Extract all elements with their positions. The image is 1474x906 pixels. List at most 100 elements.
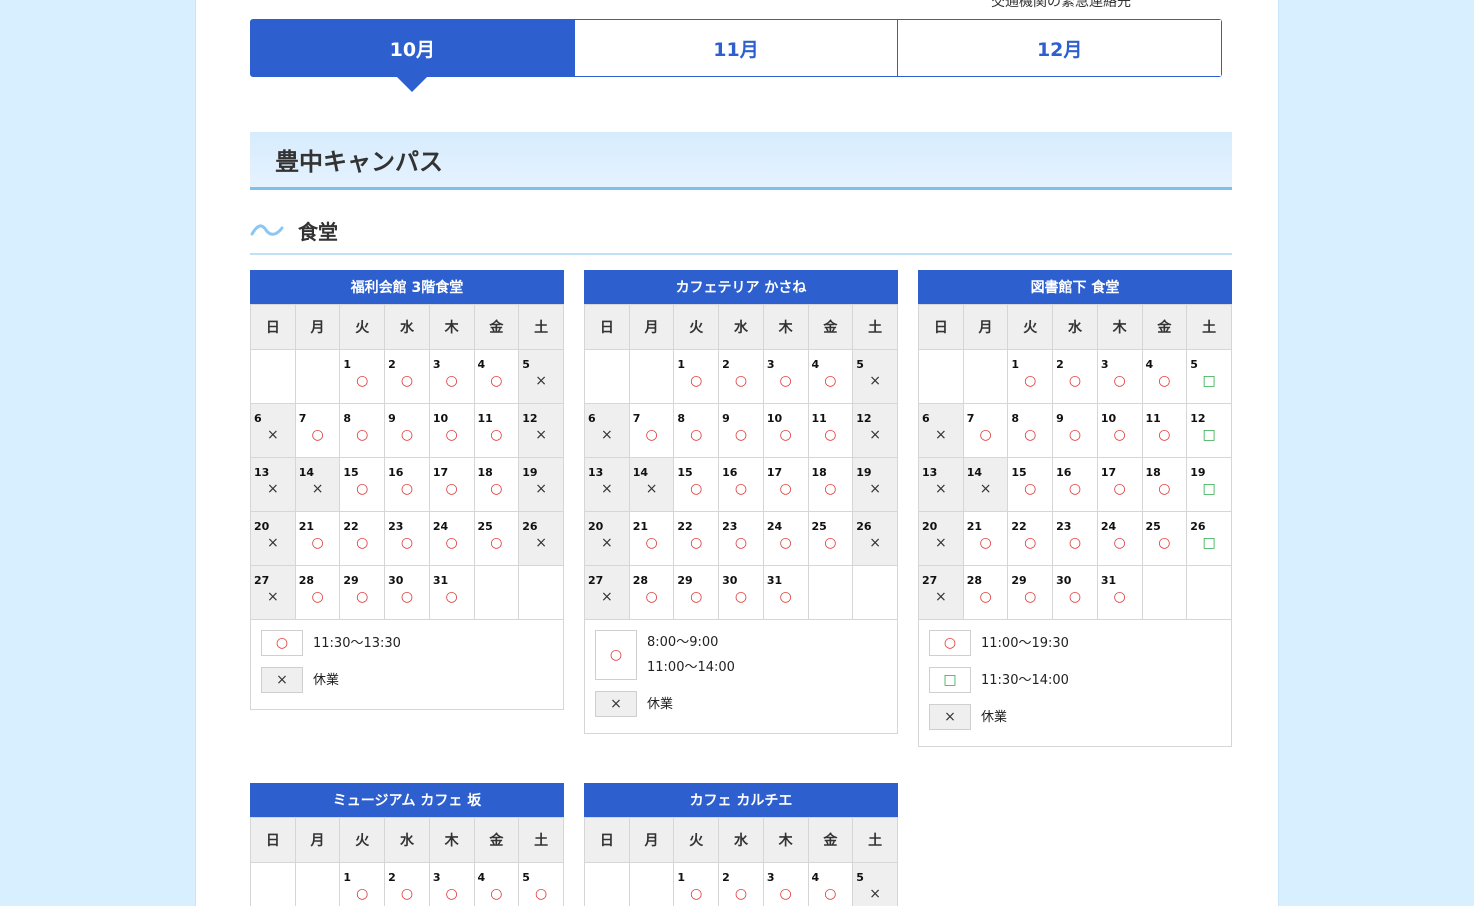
day-cell: 28 ○ — [628, 565, 675, 620]
calendar-table: 日月火水木金土 1 ○ 2 ○ 3 ○ 4 ○ 5 □ 6 × 7 ○ 8 ○ 9 ○ 10 ○ 11 ○ 12 □ 13 × 14 ×… — [918, 304, 1232, 620]
day-number: 22 — [343, 520, 359, 533]
day-cell: 28 ○ — [962, 565, 1009, 620]
status-mark: ○ — [824, 373, 837, 389]
weekday-header: 日 — [250, 304, 296, 350]
tab-october[interactable]: 10月 — [251, 20, 574, 92]
status-mark: ○ — [690, 427, 703, 443]
status-mark: ○ — [1024, 373, 1037, 389]
day-cell: 23 ○ — [384, 511, 430, 566]
status-mark: × — [869, 886, 881, 902]
weekday-header: 火 — [339, 817, 386, 863]
day-cell: 29 ○ — [339, 565, 386, 620]
day-number: 18 — [477, 466, 493, 479]
status-mark: ○ — [490, 427, 503, 443]
weekday-header: 日 — [584, 304, 630, 350]
status-mark: ○ — [779, 373, 792, 389]
day-number: 18 — [1145, 466, 1161, 479]
status-mark: ○ — [1068, 373, 1082, 389]
day-number: 6 — [588, 412, 596, 425]
day-cell: 5 ○ — [518, 862, 564, 906]
calendar-card: カフェテリア かさね日月火水木金土 1 ○ 2 ○ 3 ○ 4 ○ 5 × 6 × 7 ○ 8 ○ 9 ○ 10 ○ 11… — [584, 270, 898, 734]
day-cell: 15 ○ — [339, 457, 386, 512]
day-number: 15 — [343, 466, 359, 479]
status-mark: ○ — [400, 886, 414, 902]
status-mark: ○ — [1113, 535, 1126, 551]
weekday-header: 金 — [1141, 304, 1188, 350]
weekday-header: 木 — [762, 817, 809, 863]
day-number: 9 — [388, 412, 396, 425]
day-number: 17 — [766, 466, 783, 479]
day-number: 2 — [388, 871, 396, 884]
day-cell: 2 ○ — [1052, 349, 1098, 404]
day-number: 21 — [966, 520, 983, 533]
day-cell — [584, 862, 630, 906]
day-number: 7 — [632, 412, 641, 425]
status-mark: × — [535, 535, 547, 551]
status-mark: ○ — [445, 535, 458, 551]
status-mark: × — [535, 373, 547, 389]
weekday-header: 木 — [1096, 304, 1143, 350]
legend-hours: 休業 — [647, 696, 674, 712]
calendar-legend: ○ 11:00〜19:30 □ 11:30〜14:00 × 休業 — [918, 620, 1232, 747]
day-number: 27 — [922, 574, 938, 587]
day-cell: 6 × — [584, 403, 630, 458]
weekday-header: 木 — [762, 304, 809, 350]
day-cell: 25 ○ — [807, 511, 854, 566]
day-cell — [962, 349, 1009, 404]
tab-november[interactable]: 11月 — [573, 20, 898, 76]
calendar-title: 福利会館 3階食堂 — [250, 270, 564, 304]
day-cell: 27 × — [918, 565, 964, 620]
status-mark: × — [600, 535, 613, 551]
day-cell — [518, 565, 564, 620]
day-number: 13 — [254, 466, 270, 479]
page-container: 交通機関の緊急連絡先 10月 11月 12月 豊中キャンパス 食堂 福利会館 3… — [195, 0, 1279, 906]
status-mark: ○ — [779, 535, 792, 551]
day-cell — [852, 565, 898, 620]
day-cell: 10 ○ — [1096, 403, 1143, 458]
emergency-contact-link[interactable]: 交通機関の緊急連絡先 — [991, 0, 1131, 11]
status-mark: ○ — [311, 535, 324, 551]
status-mark: ○ — [400, 589, 414, 605]
status-mark: ○ — [824, 886, 837, 902]
weekday-header: 火 — [673, 817, 720, 863]
day-number: 26 — [856, 520, 872, 533]
weekday-header: 月 — [294, 304, 341, 350]
day-number: 29 — [677, 574, 693, 587]
day-cell: 1 ○ — [1007, 349, 1054, 404]
legend-text: 11:30〜14:00 — [981, 668, 1069, 693]
day-cell: 19 □ — [1186, 457, 1232, 512]
day-cell: 3 ○ — [1096, 349, 1143, 404]
day-cell: 15 ○ — [1007, 457, 1054, 512]
day-cell: 1 ○ — [339, 862, 386, 906]
day-cell: 17 ○ — [762, 457, 809, 512]
day-number: 8 — [343, 412, 352, 425]
calendar-legend: ○ 11:30〜13:30 × 休業 — [250, 620, 564, 710]
day-cell: 13 × — [584, 457, 630, 512]
status-mark: × — [934, 589, 947, 605]
status-mark: ○ — [734, 373, 748, 389]
day-cell: 6 × — [918, 403, 964, 458]
status-mark: ○ — [979, 589, 992, 605]
day-cell: 2 ○ — [718, 349, 764, 404]
section-title: 食堂 — [298, 219, 338, 244]
day-number: 28 — [632, 574, 649, 587]
day-number: 15 — [677, 466, 693, 479]
day-number: 3 — [432, 358, 441, 371]
day-cell: 18 ○ — [473, 457, 520, 512]
tab-december[interactable]: 12月 — [897, 20, 1222, 76]
day-number: 16 — [722, 466, 738, 479]
status-mark: ○ — [356, 589, 369, 605]
weekday-header: 土 — [852, 304, 898, 350]
day-number: 5 — [1190, 358, 1198, 371]
day-cell: 17 ○ — [428, 457, 475, 512]
section-heading: 食堂 — [250, 207, 1232, 255]
day-number: 7 — [298, 412, 307, 425]
day-number: 10 — [1100, 412, 1117, 425]
day-cell — [1186, 565, 1232, 620]
day-cell: 24 ○ — [762, 511, 809, 566]
day-number: 25 — [1145, 520, 1161, 533]
day-number: 14 — [632, 466, 649, 479]
weekday-header: 金 — [807, 304, 854, 350]
day-number: 10 — [766, 412, 783, 425]
legend-hours: 11:00〜19:30 — [981, 635, 1069, 651]
